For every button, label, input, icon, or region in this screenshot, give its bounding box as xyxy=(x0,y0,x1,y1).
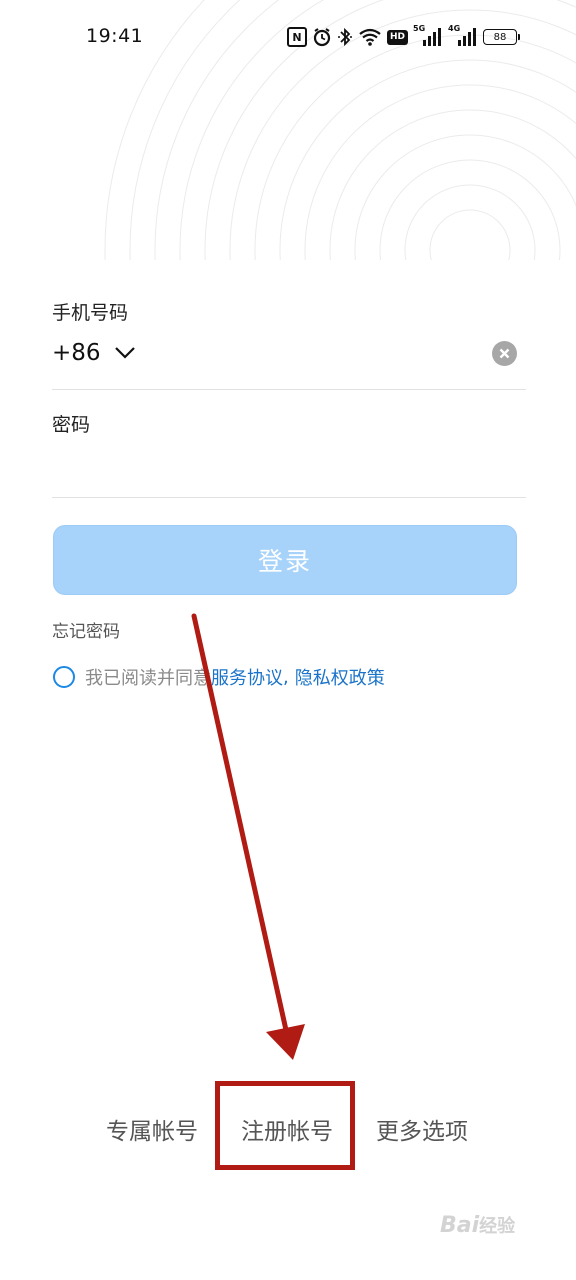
hd-voice-icon: HD xyxy=(387,29,409,45)
privacy-policy-link[interactable]: 隐私权政策 xyxy=(295,664,385,690)
status-icons: N HD 5G 4G 88 xyxy=(287,24,521,48)
phone-label: 手机号码 xyxy=(52,302,129,324)
password-divider xyxy=(52,497,526,498)
baidu-watermark: Bai经验 xyxy=(440,1213,516,1238)
password-label: 密码 xyxy=(52,414,91,436)
wifi-icon xyxy=(358,26,382,48)
phone-field[interactable]: +86 xyxy=(52,338,526,372)
agreement-radio[interactable] xyxy=(53,666,75,688)
clear-icon[interactable] xyxy=(492,341,517,366)
agreement-separator: , xyxy=(283,666,289,688)
signal-5g-icon: 5G xyxy=(413,24,443,48)
service-agreement-link[interactable]: 服务协议 xyxy=(211,664,283,690)
bluetooth-icon xyxy=(337,26,353,48)
agreement-text: 我已阅读并同意 xyxy=(85,668,211,689)
more-options[interactable]: 更多选项 xyxy=(376,1112,468,1146)
login-button[interactable]: 登录 xyxy=(53,525,517,595)
agreement-row: 我已阅读并同意 服务协议 , 隐私权政策 xyxy=(53,664,385,690)
nfc-icon: N xyxy=(287,27,307,47)
chevron-down-icon[interactable] xyxy=(114,344,136,362)
forgot-password-link[interactable]: 忘记密码 xyxy=(52,617,120,642)
phone-divider xyxy=(52,389,526,390)
battery-icon: 88 xyxy=(483,29,521,45)
signal-4g-icon: 4G xyxy=(448,24,478,48)
status-time: 19:41 xyxy=(86,25,144,47)
country-code[interactable]: +86 xyxy=(52,340,101,366)
status-bar: 19:41 N HD 5G 4G 88 xyxy=(0,0,576,72)
annotation-highlight-box xyxy=(215,1081,355,1170)
password-input[interactable] xyxy=(52,448,526,488)
exclusive-account-option[interactable]: 专属帐号 xyxy=(106,1112,198,1146)
alarm-icon xyxy=(312,26,332,48)
